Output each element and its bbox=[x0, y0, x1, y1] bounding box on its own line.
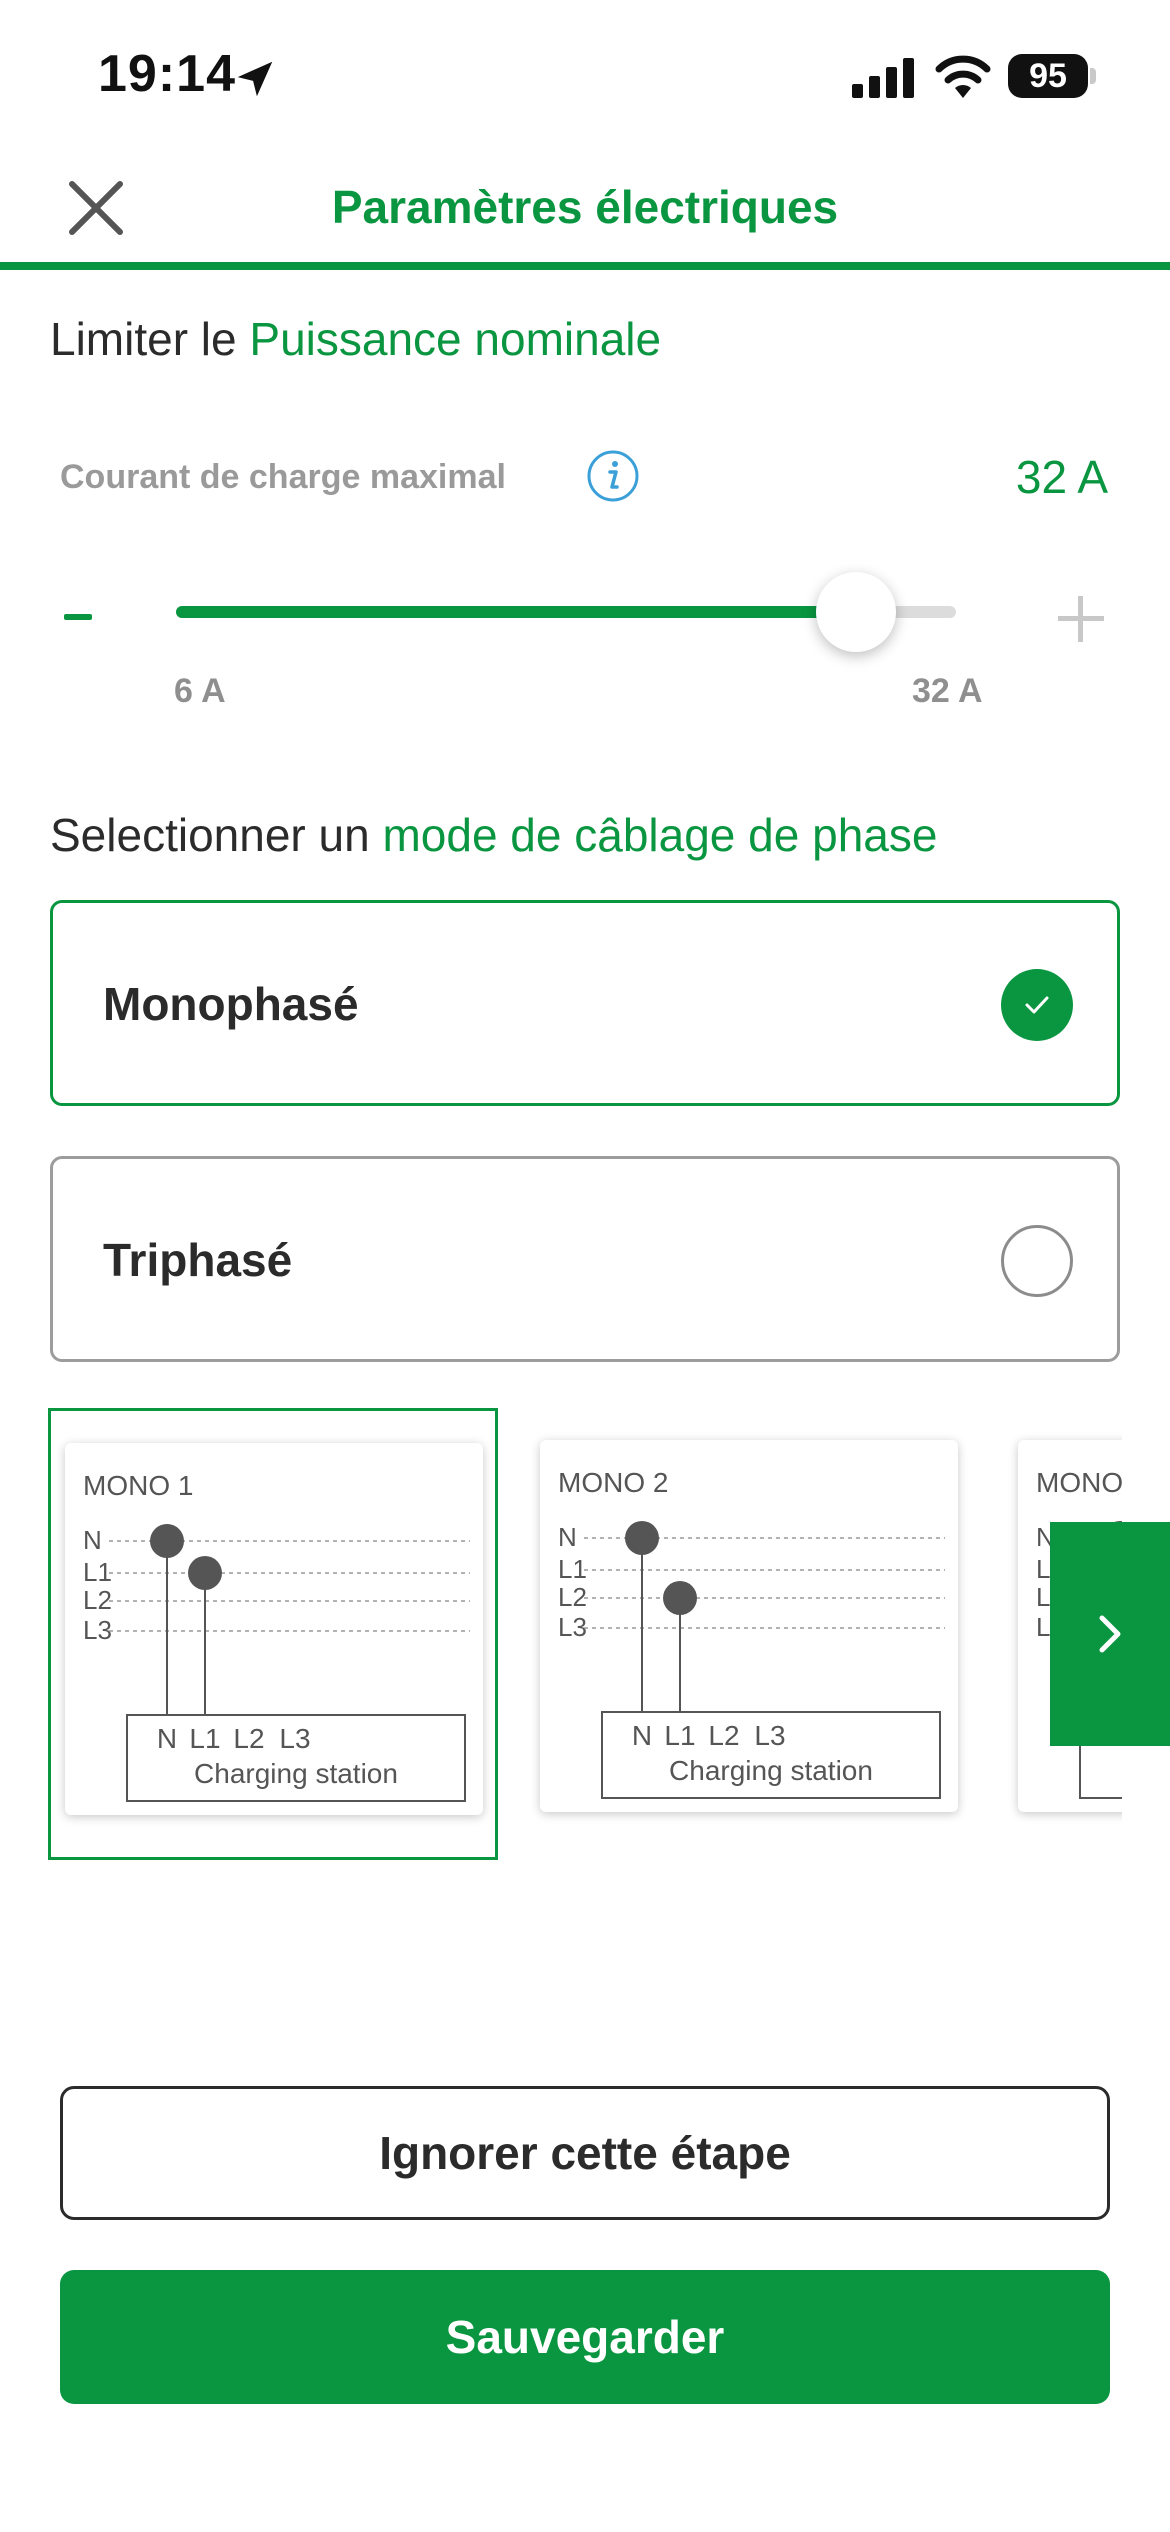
slider-max-label: 32 A bbox=[912, 672, 983, 710]
status-bar: 19:14 95 bbox=[0, 0, 1170, 150]
wiring-diagram-card: MONO 1 N L1 L2 L3 N L1 L2 L3 Charging station bbox=[65, 1443, 483, 1815]
phase-option-monophase[interactable]: Monophasé bbox=[50, 900, 1120, 1106]
diagram-terminal-label: N bbox=[632, 1720, 652, 1751]
diagram-terminal-label: L3 bbox=[754, 1720, 785, 1751]
diagram-row-label: L1 bbox=[83, 1557, 112, 1587]
diagram-terminal-label: L2 bbox=[708, 1720, 739, 1751]
diagram-connection-dot bbox=[150, 1524, 184, 1558]
battery-tip bbox=[1090, 68, 1096, 84]
charging-station-label: Charging station bbox=[194, 1758, 398, 1789]
power-section-title-accent: Puissance nominale bbox=[249, 313, 662, 365]
charge-current-label: Courant de charge maximal bbox=[60, 458, 506, 496]
header-divider bbox=[0, 262, 1170, 270]
power-section-title-prefix: Limiter le bbox=[50, 313, 250, 365]
diagram-terminal-label: N bbox=[157, 1723, 177, 1754]
cellular-signal-icon bbox=[852, 58, 914, 98]
decrement-button[interactable] bbox=[60, 598, 100, 638]
battery-icon: 95 bbox=[1008, 54, 1088, 98]
diagram-connection-dot bbox=[625, 1521, 659, 1555]
diagram-terminal-label: L1 bbox=[189, 1723, 220, 1754]
diagram-title: MONO 1 bbox=[83, 1470, 193, 1501]
phase-option-triphase[interactable]: Triphasé bbox=[50, 1156, 1120, 1362]
skip-step-button[interactable]: Ignorer cette étape bbox=[60, 2086, 1110, 2220]
power-section-title: Limiter le Puissance nominale bbox=[50, 312, 661, 366]
diagram-row-label: L2 bbox=[83, 1585, 112, 1615]
wiring-diagram-1[interactable]: MONO 1 N L1 L2 L3 N L1 L2 L3 Charging station bbox=[48, 1408, 498, 1860]
diagram-row-label: L2 bbox=[558, 1582, 587, 1612]
diagram-connection-dot bbox=[663, 1581, 697, 1615]
charge-current-slider[interactable] bbox=[176, 572, 956, 652]
diagram-row-label: N bbox=[83, 1525, 102, 1555]
diagram-row-label: L1 bbox=[558, 1554, 587, 1584]
diagram-connection-dot bbox=[188, 1556, 222, 1590]
phase-section-title-accent: mode de câblage de phase bbox=[382, 809, 938, 861]
location-arrow-icon bbox=[237, 61, 273, 97]
diagram-terminal-label: L1 bbox=[664, 1720, 695, 1751]
slider-fill bbox=[176, 606, 856, 618]
info-icon[interactable] bbox=[586, 449, 640, 503]
save-button[interactable]: Sauvegarder bbox=[60, 2270, 1110, 2404]
wifi-icon bbox=[935, 55, 991, 98]
wiring-diagram-carousel[interactable]: MONO 1 N L1 L2 L3 N L1 L2 L3 Charging station MONO… bbox=[48, 1408, 1122, 1864]
carousel-next-button[interactable] bbox=[1050, 1522, 1170, 1746]
wiring-diagram-2[interactable]: MONO 2 N L1 L2 L3 N L1 L2 L3 Charging station bbox=[526, 1408, 976, 1860]
chevron-right-icon bbox=[1099, 1615, 1121, 1653]
diagram-row-label: N bbox=[558, 1522, 577, 1552]
battery-level: 95 bbox=[1029, 57, 1067, 95]
radio-unchecked-icon bbox=[1001, 1225, 1073, 1297]
diagram-terminal-label: L2 bbox=[233, 1723, 264, 1754]
checkmark-icon bbox=[1001, 969, 1073, 1041]
phase-option-label: Triphasé bbox=[103, 1234, 293, 1286]
status-time: 19:14 bbox=[98, 45, 236, 103]
diagram-row-label: L3 bbox=[558, 1612, 587, 1642]
increment-button[interactable] bbox=[1056, 594, 1106, 644]
phase-section-title: Selectionner un mode de câblage de phase bbox=[50, 808, 937, 862]
diagram-title: MONO 3 bbox=[1036, 1467, 1122, 1498]
wiring-diagram-svg: MONO 2NL1L2L3N L1 L2 L3Charging station bbox=[558, 1467, 945, 1799]
phase-section-title-prefix: Selectionner un bbox=[50, 809, 383, 861]
charge-current-value: 32 A bbox=[1015, 451, 1108, 503]
wiring-diagram-card: MONO 2 N L1 L2 L3 N L1 L2 L3 Charging station bbox=[540, 1440, 958, 1812]
slider-min-label: 6 A bbox=[174, 672, 226, 710]
diagram-terminal-label: L3 bbox=[279, 1723, 310, 1754]
diagram-row-label: L3 bbox=[83, 1615, 112, 1645]
slider-thumb[interactable] bbox=[816, 572, 896, 652]
wiring-diagram-svg: MONO 1NL1L2L3N L1 L2 L3Charging station bbox=[83, 1470, 470, 1802]
diagram-title: MONO 2 bbox=[558, 1467, 668, 1498]
page-title: Paramètres électriques bbox=[331, 181, 839, 233]
charging-station-label: Charging station bbox=[669, 1755, 873, 1786]
phase-option-label: Monophasé bbox=[103, 978, 359, 1030]
